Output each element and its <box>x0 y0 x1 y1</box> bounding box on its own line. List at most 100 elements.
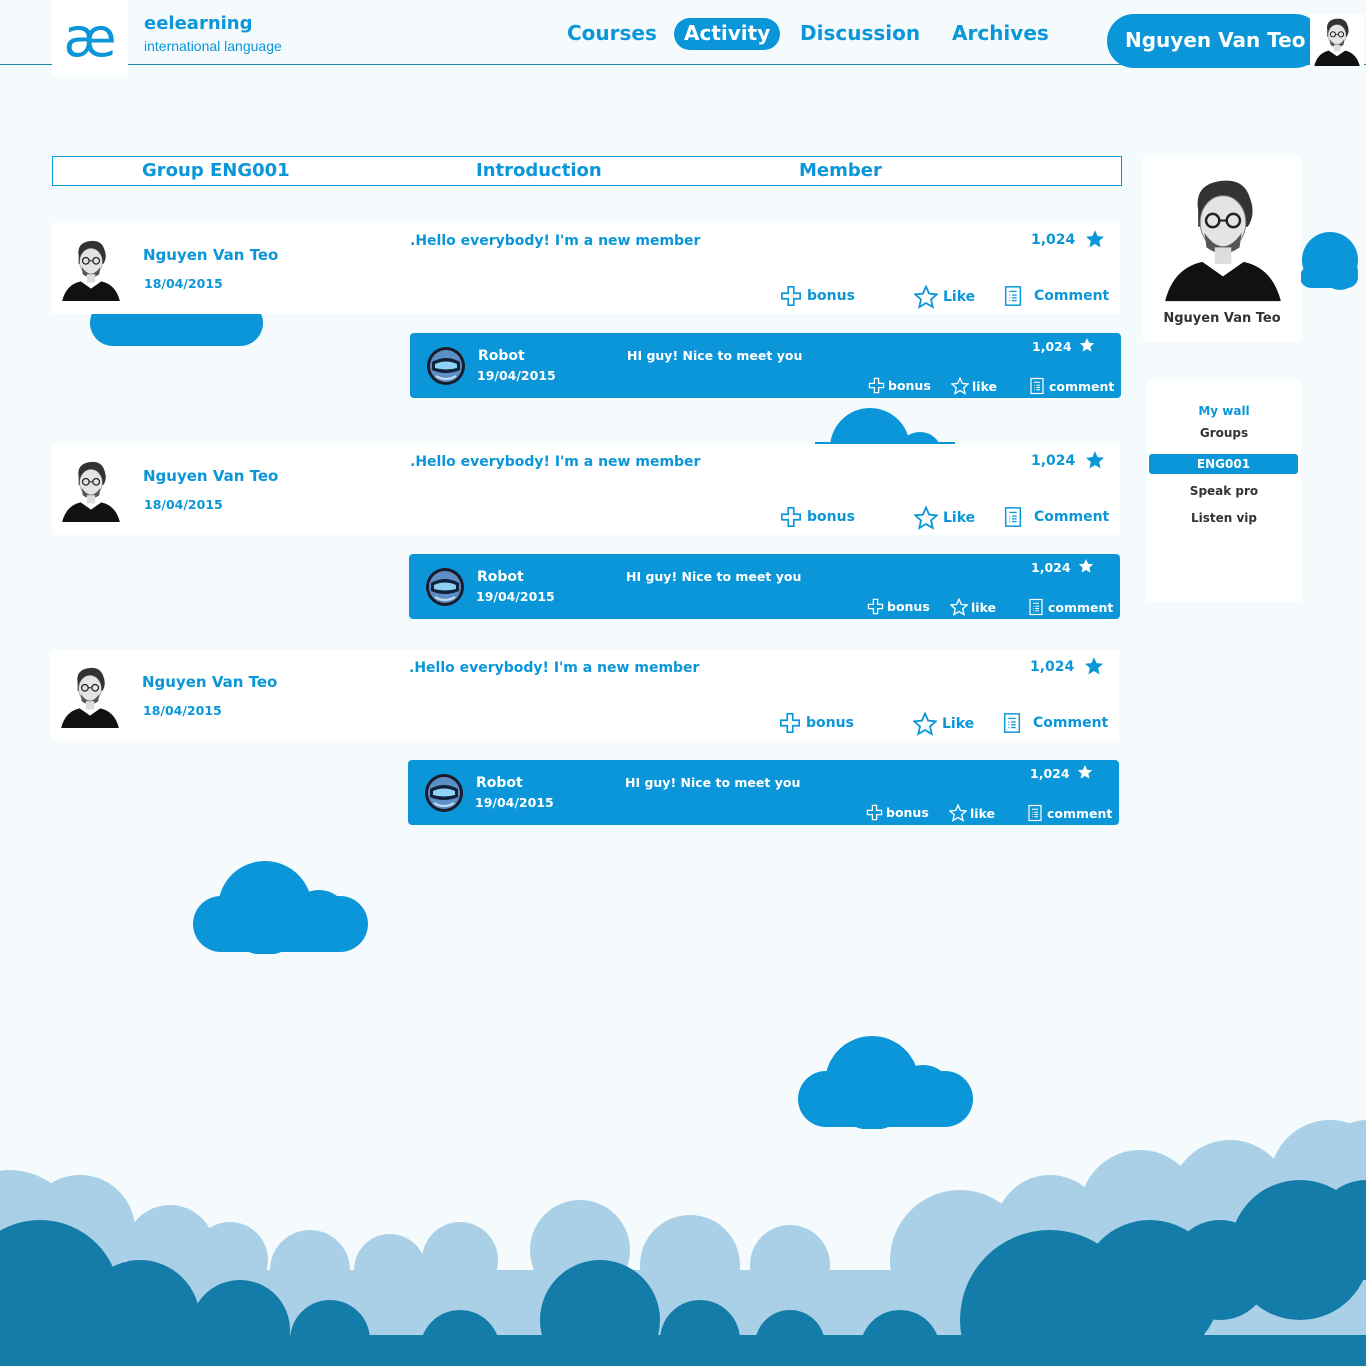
reply-author[interactable]: Robot <box>478 348 525 364</box>
document-icon <box>1002 285 1024 307</box>
post-avatar[interactable] <box>60 235 122 301</box>
like-button[interactable]: Like <box>914 285 975 309</box>
bonus-label: bonus <box>807 288 855 304</box>
post-avatar[interactable] <box>60 456 122 522</box>
bonus-button[interactable]: bonus <box>866 804 929 821</box>
bonus-label: bonus <box>886 805 929 820</box>
post-author[interactable]: Nguyen Van Teo <box>143 467 278 485</box>
cloud-decoration <box>193 861 368 954</box>
sidebar-item-speak-pro[interactable]: Speak pro <box>1147 484 1301 498</box>
comment-label: Comment <box>1033 715 1109 731</box>
comment-button[interactable]: comment <box>1027 598 1113 616</box>
reply: Robot 19/04/2015 HI guy! Nice to meet yo… <box>410 333 1121 398</box>
post-date: 18/04/2015 <box>143 703 222 718</box>
reply-date: 19/04/2015 <box>476 589 555 604</box>
star-filled-icon[interactable] <box>1079 337 1095 353</box>
reply-author[interactable]: Robot <box>476 775 523 791</box>
robot-avatar[interactable] <box>425 567 465 607</box>
nav-archives[interactable]: Archives <box>952 18 1049 50</box>
star-filled-icon[interactable] <box>1085 229 1105 249</box>
document-icon <box>1001 712 1023 734</box>
star-filled-icon[interactable] <box>1078 558 1094 574</box>
document-icon <box>1002 506 1024 528</box>
like-button[interactable]: like <box>949 804 995 822</box>
comment-button[interactable]: comment <box>1026 804 1112 822</box>
reply-message: HI guy! Nice to meet you <box>626 569 802 584</box>
tab-member[interactable]: Member <box>799 160 882 181</box>
reply-author[interactable]: Robot <box>477 569 524 585</box>
robot-avatar[interactable] <box>424 773 464 813</box>
post-message: .Hello everybody! I'm a new member <box>410 454 701 470</box>
comment-label: comment <box>1047 805 1113 821</box>
author-photo <box>59 662 121 728</box>
like-button[interactable]: like <box>951 377 997 395</box>
logo[interactable]: æ <box>52 0 128 76</box>
user-menu-button[interactable]: Nguyen Van Teo <box>1107 14 1322 68</box>
comment-label: Comment <box>1034 509 1110 525</box>
post-message: .Hello everybody! I'm a new member <box>410 233 701 249</box>
comment-button[interactable]: Comment <box>1002 285 1109 307</box>
like-label: like <box>970 805 996 821</box>
group-tab-bar: Group ENG001 Introduction Member <box>52 156 1122 186</box>
like-button[interactable]: Like <box>913 712 974 736</box>
like-button[interactable]: Like <box>914 506 975 530</box>
tab-introduction[interactable]: Introduction <box>476 160 602 181</box>
plus-icon <box>779 712 801 734</box>
post-date: 18/04/2015 <box>144 497 223 512</box>
profile-photo[interactable] <box>1161 166 1285 304</box>
bonus-label: bonus <box>888 378 931 393</box>
document-icon <box>1028 377 1046 395</box>
post-star-count: 1,024 <box>1031 453 1076 469</box>
document-icon <box>1027 598 1045 616</box>
cloud-decoration <box>798 1036 973 1129</box>
comment-button[interactable]: Comment <box>1002 506 1109 528</box>
plus-icon <box>780 285 802 307</box>
plus-icon <box>867 598 884 615</box>
star-outline-icon <box>913 712 937 736</box>
bonus-button[interactable]: bonus <box>780 285 855 307</box>
avatar[interactable] <box>1310 14 1364 66</box>
profile-name[interactable]: Nguyen Van Teo <box>1143 311 1301 326</box>
sidebar-item-eng001[interactable]: ENG001 <box>1149 454 1298 474</box>
star-outline-icon <box>914 285 938 309</box>
comment-button[interactable]: Comment <box>1001 712 1108 734</box>
reply-star-count: 1,024 <box>1030 766 1070 781</box>
sidebar-item-groups[interactable]: Groups <box>1147 426 1301 440</box>
star-filled-icon[interactable] <box>1077 764 1093 780</box>
reply-date: 19/04/2015 <box>475 795 554 810</box>
tab-group[interactable]: Group ENG001 <box>142 160 290 181</box>
bonus-button[interactable]: bonus <box>867 598 930 615</box>
like-button[interactable]: like <box>950 598 996 616</box>
nav-discussion[interactable]: Discussion <box>800 18 920 50</box>
plus-icon <box>780 506 802 528</box>
post-message: .Hello everybody! I'm a new member <box>409 660 700 676</box>
post-avatar[interactable] <box>59 662 121 728</box>
like-label: like <box>972 378 998 394</box>
like-label: Like <box>943 510 976 526</box>
sidebar-menu: My wall Groups ENG001 Speak pro Listen v… <box>1147 380 1301 602</box>
reply-message: HI guy! Nice to meet you <box>625 775 801 790</box>
nav-courses[interactable]: Courses <box>567 18 657 50</box>
robot-avatar[interactable] <box>426 346 466 386</box>
bonus-label: bonus <box>806 715 854 731</box>
post-author[interactable]: Nguyen Van Teo <box>142 673 277 691</box>
plus-icon <box>868 377 885 394</box>
star-filled-icon[interactable] <box>1085 450 1105 470</box>
profile-card: Nguyen Van Teo <box>1143 156 1301 342</box>
bonus-button[interactable]: bonus <box>780 506 855 528</box>
bonus-button[interactable]: bonus <box>868 377 931 394</box>
cloud-decoration <box>1300 232 1358 290</box>
comment-button[interactable]: comment <box>1028 377 1114 395</box>
nav-activity[interactable]: Activity <box>674 18 781 50</box>
comment-label: Comment <box>1034 288 1110 304</box>
post: Nguyen Van Teo 18/04/2015 .Hello everybo… <box>51 650 1119 741</box>
star-filled-icon[interactable] <box>1084 656 1104 676</box>
star-outline-icon <box>914 506 938 530</box>
like-label: Like <box>943 289 976 305</box>
sidebar-item-my-wall[interactable]: My wall <box>1147 404 1301 418</box>
post-author[interactable]: Nguyen Van Teo <box>143 246 278 264</box>
bonus-button[interactable]: bonus <box>779 712 854 734</box>
logo-mark: æ <box>63 6 117 69</box>
reply-star-count: 1,024 <box>1031 560 1071 575</box>
sidebar-item-listen-vip[interactable]: Listen vip <box>1147 511 1301 525</box>
